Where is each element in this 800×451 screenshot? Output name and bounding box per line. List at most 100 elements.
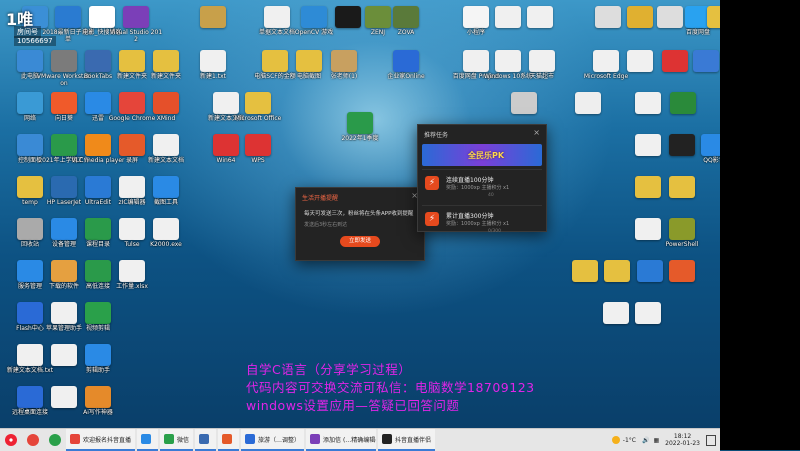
taskbar-app-icon <box>164 434 175 444</box>
desktop-icon-glyph-icon <box>119 260 145 282</box>
desktop-icon-label: 张老师(1) <box>330 73 358 80</box>
stream-overlay-text: 自学C语言（分享学习过程） 代码内容可交换交流可私信：电脑数学18709123 wi… <box>246 361 676 415</box>
task-item[interactable]: ⚡ 累计直播300分钟 奖励：1000xp 主播积分 x1 0/300 <box>422 205 542 238</box>
desktop-icon-glyph-icon <box>670 92 696 114</box>
desktop-icon[interactable] <box>618 298 678 362</box>
task-title: 连续直播100分钟 <box>446 177 494 184</box>
task-lightning-icon: ⚡ <box>425 212 439 226</box>
desktop-icon-glyph-icon <box>393 50 419 72</box>
taskbar-app-icon <box>222 434 233 444</box>
taskbar-task[interactable] <box>137 429 159 451</box>
desktop-icon-label: Ai写作神器 <box>83 409 113 416</box>
task-progress: 0/300 <box>488 229 501 234</box>
task-item[interactable]: ⚡ 连续直播100分钟 奖励：1000xp 主播积分 x1 40 <box>422 169 542 202</box>
taskbar-app-icon <box>310 434 321 444</box>
desktop-icon-glyph-icon <box>153 50 179 72</box>
recommended-tasks-dialog: 推荐任务 × 全民乐PK ⚡ 连续直播100分钟 奖励：1000xp 主播积分 x1… <box>417 124 547 234</box>
desktop-icon-glyph-icon <box>669 176 695 198</box>
taskbar-task-label: 抖音直播伴侣 <box>395 436 432 444</box>
weather-temperature[interactable]: -1°C <box>623 437 636 444</box>
wechat-taskbar-icon[interactable] <box>44 429 66 451</box>
desktop-icon-glyph-icon <box>200 50 226 72</box>
task-detail: 奖励：1000xp 主播积分 x1 <box>446 185 510 191</box>
taskbar-task[interactable] <box>218 429 240 451</box>
desktop-icon[interactable]: WPS <box>228 130 288 194</box>
task-lightning-icon: ⚡ <box>425 176 439 190</box>
desktop-icon-glyph-icon <box>669 260 695 282</box>
taskbar-task[interactable]: 微信 <box>160 429 194 451</box>
desktop-icon-glyph-icon <box>123 6 149 28</box>
broadcast-notice-dialog: 生活开播提醒 × 每天可发送三次，粉丝将在头条APP收到提醒 发送后3秒左右到达… <box>295 187 425 261</box>
taskbar-app-icon <box>245 434 256 444</box>
taskbar-task-label: 欢迎报名抖音直播 <box>83 436 132 444</box>
clock[interactable]: 18:12 2022-01-23 <box>665 433 700 447</box>
desktop-icon-label: Microsoft Office <box>234 115 282 122</box>
desktop-icon-glyph-icon <box>153 134 179 156</box>
taskbar-app-icon <box>70 434 80 444</box>
desktop-icon-label: 剪辑助手 <box>85 367 110 374</box>
desktop-icon-glyph-icon <box>331 50 357 72</box>
taskbar-task[interactable]: 欢迎报名抖音直播 <box>66 429 136 451</box>
desktop-icon-label: K2000.exe <box>150 241 182 248</box>
desktop-icon-label: 企业家Online <box>387 73 425 80</box>
desktop-icon-glyph-icon <box>707 6 720 28</box>
clock-time: 18:12 <box>673 433 692 440</box>
desktop-icon-label: 截图工具 <box>153 199 178 206</box>
taskbar: 欢迎报名抖音直播 微信 旅游（…调整） 添加信 (…精确编辑器 抖音直播伴侣 -1°C … <box>0 428 720 451</box>
close-icon[interactable]: × <box>533 128 540 137</box>
taskbar-task-list: 欢迎报名抖音直播 微信 旅游（…调整） 添加信 (…精确编辑器 抖音直播伴侣 <box>66 429 437 451</box>
desktop-icon[interactable]: 张老师(1) <box>314 46 374 110</box>
task-banner-text: 全民乐PK <box>468 151 505 160</box>
system-tray: -1°C 🔊 ▦ 18:12 2022-01-23 <box>611 433 720 447</box>
desktop-icon-glyph-icon <box>245 92 271 114</box>
taskbar-task[interactable]: 添加信 (…精确编辑器 <box>306 429 377 451</box>
desktop-icon[interactable] <box>558 88 618 152</box>
wechat-icon <box>49 434 61 446</box>
desktop-icon-glyph-icon <box>153 176 179 198</box>
desktop-icon-label: 工作量.xlsx <box>116 283 148 290</box>
desktop-icon-glyph-icon <box>635 302 661 324</box>
desktop-icon-label: WPS <box>251 157 265 164</box>
desktop-icon-label: Visual Studio 2012 <box>109 29 163 43</box>
desktop-icon[interactable]: 企业家Online <box>376 46 436 110</box>
desktop-icon-label: ZOVA <box>397 29 415 36</box>
desktop-icon[interactable]: Ai写作神器 <box>68 382 128 428</box>
windows-logo-icon <box>5 434 17 446</box>
watermark-room-number: 10566697 <box>14 36 56 46</box>
weather-icon <box>611 436 620 444</box>
clock-date: 2022-01-23 <box>665 440 700 447</box>
desktop-icon-glyph-icon <box>511 92 537 114</box>
task-detail: 奖励：1000xp 主播积分 x1 <box>446 221 510 227</box>
desktop-icon-label: QQ影音 <box>703 157 720 164</box>
volume-icon[interactable]: 🔊 <box>642 437 649 444</box>
desktop-icon-label: 新建1.txt <box>200 73 226 80</box>
desktop-icon[interactable]: 2022年1季度 <box>330 108 390 172</box>
desktop-icon-label: 天猫超市 <box>529 73 554 80</box>
desktop-icon-glyph-icon <box>245 134 271 156</box>
black-side-strip <box>720 0 800 450</box>
desktop-icon-glyph-icon <box>153 218 179 240</box>
desktop-icon-glyph-icon <box>575 92 601 114</box>
desktop-icon-glyph-icon <box>200 6 226 28</box>
desktop-icon-glyph-icon <box>393 6 419 28</box>
taskbar-task[interactable]: 旅游（…调整） <box>241 429 305 451</box>
taskbar-app-icon <box>382 434 393 444</box>
desktop-icon-glyph-icon <box>85 344 111 366</box>
task-dialog-title: 推荐任务 <box>424 132 449 139</box>
overlay-text-line: 自学C语言（分享学习过程） <box>246 362 412 377</box>
network-icon[interactable]: ▦ <box>653 437 659 444</box>
taskbar-task[interactable] <box>195 429 217 451</box>
start-button[interactable] <box>0 429 22 451</box>
desktop-icon-glyph-icon <box>85 386 111 408</box>
overlay-text-line: windows设置应用—答疑已回答问题 <box>246 398 460 413</box>
notification-icon[interactable] <box>706 434 716 446</box>
desktop-icon-glyph-icon <box>85 302 111 324</box>
chrome-taskbar-icon[interactable] <box>22 429 44 451</box>
send-now-button[interactable]: 立即发送 <box>340 236 380 247</box>
desktop-icon-glyph-icon <box>669 218 695 240</box>
desktop[interactable]: 2018最新日子设计单 电影_快搜博客 Visual Studio 2012 单据文本… <box>0 0 720 428</box>
chrome-icon <box>27 434 39 446</box>
task-banner[interactable]: 全民乐PK <box>422 144 542 166</box>
notice-dialog-message: 每天可发送三次，粉丝将在头条APP收到提醒 <box>304 211 414 217</box>
taskbar-task[interactable]: 抖音直播伴侣 <box>378 429 436 451</box>
